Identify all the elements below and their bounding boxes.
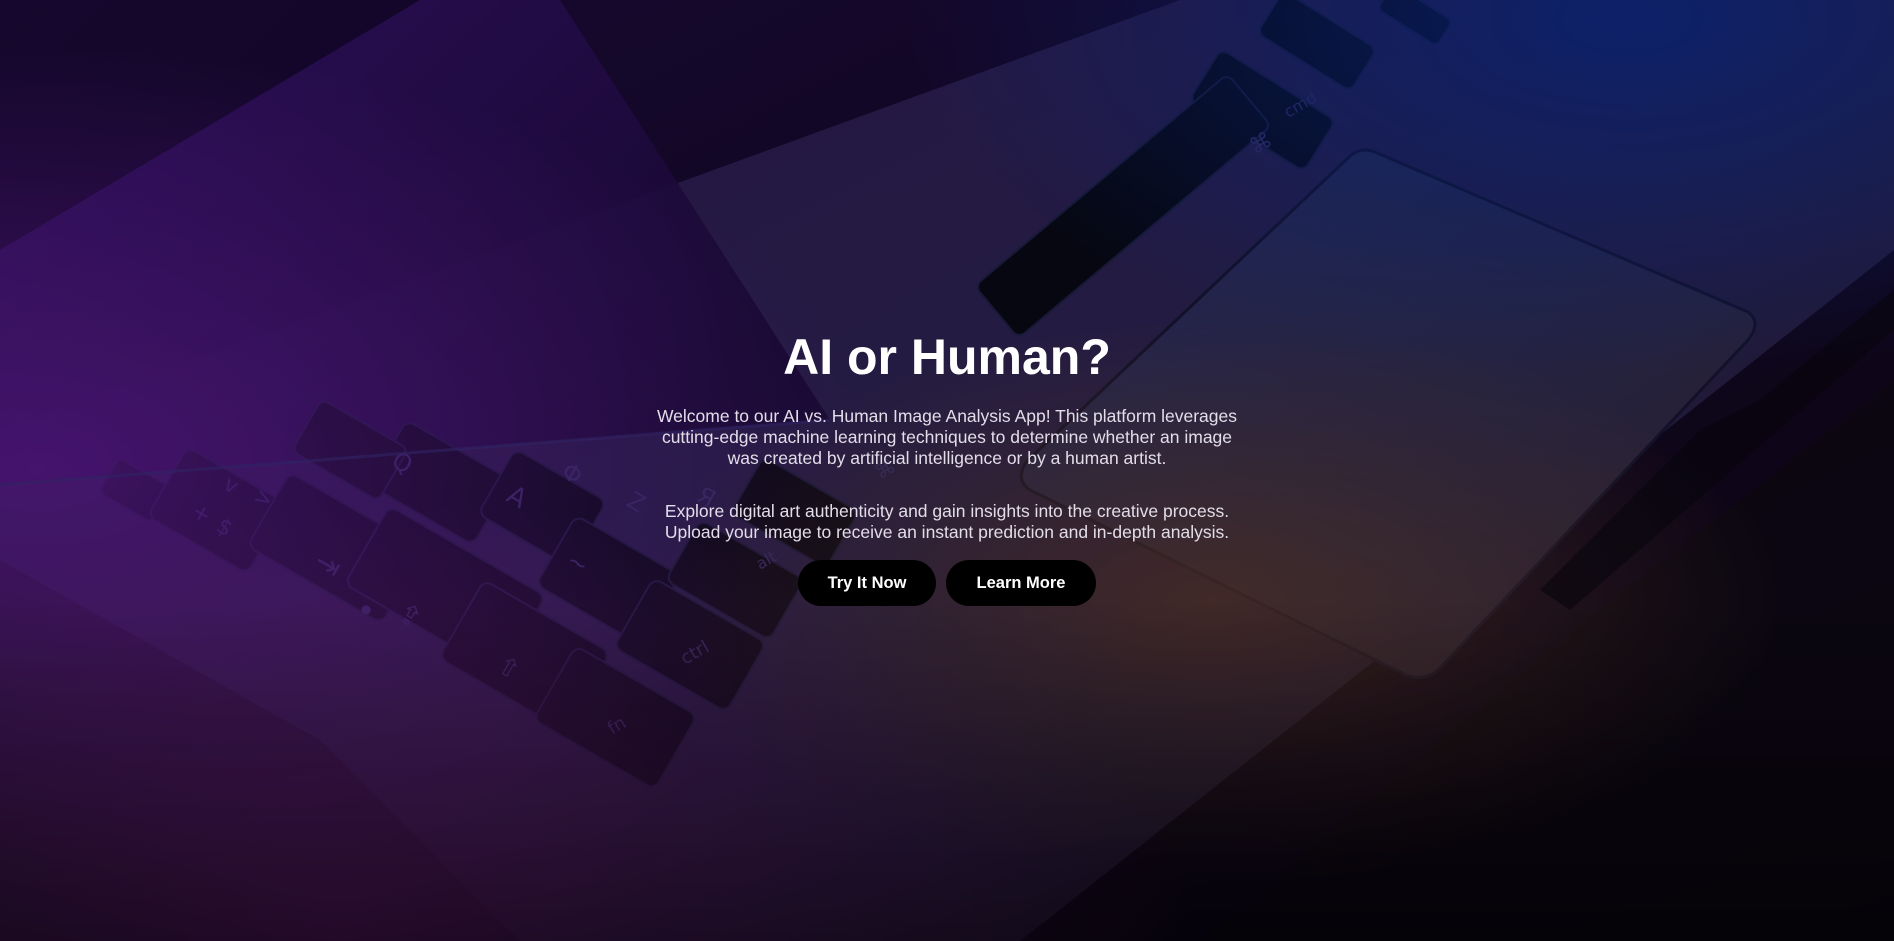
hero-content: AI or Human? Welcome to our AI vs. Human… (547, 326, 1347, 606)
page-title: AI or Human? (783, 329, 1111, 385)
learn-more-button[interactable]: Learn More (946, 560, 1096, 606)
details-paragraph: Explore digital art authenticity and gai… (664, 501, 1230, 542)
cta-button-group: Try It Now Learn More (547, 560, 1347, 606)
intro-paragraph: Welcome to our AI vs. Human Image Analys… (656, 406, 1238, 468)
try-it-now-button[interactable]: Try It Now (798, 560, 936, 606)
hero-section: + $ v > ⇥ ⇪ ● ⇧ A Φ Q Z Я ~ ctrl fn ⌘ cm… (0, 0, 1894, 941)
